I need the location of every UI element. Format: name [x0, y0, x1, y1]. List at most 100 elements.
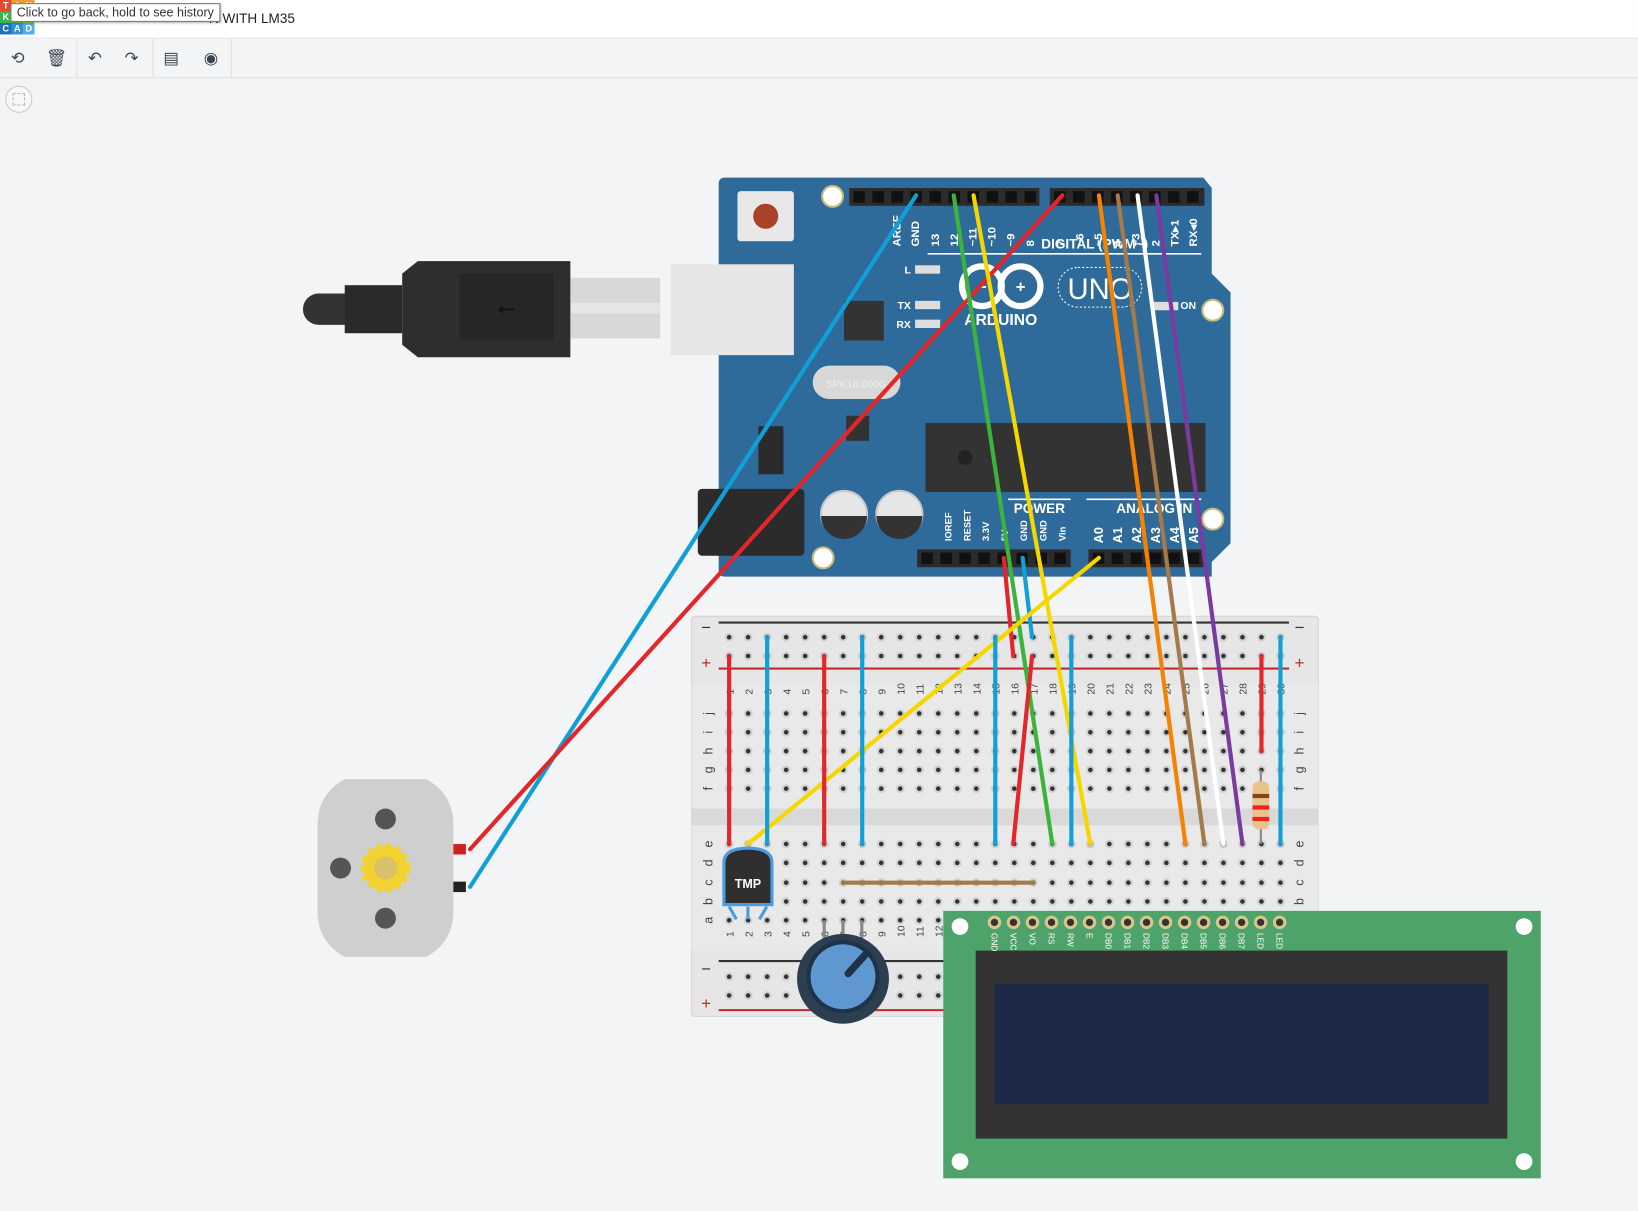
breadboard-hole[interactable]: [1200, 632, 1209, 642]
breadboard-hole[interactable]: [1028, 746, 1038, 756]
breadboard-hole[interactable]: [933, 991, 943, 1000]
breadboard-hole[interactable]: [971, 632, 981, 642]
breadboard-hole[interactable]: [800, 897, 810, 906]
lcd-pin[interactable]: [1253, 915, 1268, 930]
breadboard-hole[interactable]: [1085, 632, 1095, 642]
tmp-sensor[interactable]: TMP: [722, 846, 774, 921]
breadboard-hole[interactable]: [1066, 858, 1076, 868]
breadboard-hole[interactable]: [895, 991, 905, 1000]
breadboard-hole[interactable]: [1009, 709, 1019, 718]
breadboard-hole[interactable]: [838, 897, 848, 906]
breadboard-hole[interactable]: [781, 784, 791, 794]
breadboard-hole[interactable]: [1085, 858, 1095, 868]
breadboard-hole[interactable]: [1009, 897, 1019, 906]
breadboard-hole[interactable]: [895, 746, 905, 756]
breadboard-hole[interactable]: [952, 839, 962, 849]
breadboard-hole[interactable]: [971, 765, 981, 775]
header-pin[interactable]: [1149, 552, 1162, 565]
breadboard-hole[interactable]: [914, 897, 924, 906]
header-pin[interactable]: [1130, 552, 1143, 565]
breadboard-hole[interactable]: [1219, 746, 1228, 756]
lcd-pin[interactable]: [1215, 915, 1230, 930]
breadboard-hole[interactable]: [876, 651, 886, 661]
breadboard-hole[interactable]: [876, 858, 886, 868]
breadboard-hole[interactable]: [762, 972, 772, 982]
breadboard-hole[interactable]: [971, 839, 981, 849]
breadboard-hole[interactable]: [952, 727, 962, 737]
breadboard-hole[interactable]: [1162, 839, 1171, 849]
breadboard-hole[interactable]: [952, 784, 962, 794]
breadboard-hole[interactable]: [838, 784, 848, 794]
header-pin[interactable]: [1187, 191, 1199, 203]
breadboard-hole[interactable]: [914, 746, 924, 756]
breadboard-hole[interactable]: [1085, 878, 1095, 888]
breadboard-hole[interactable]: [743, 746, 753, 756]
lcd-pin[interactable]: [1006, 915, 1021, 930]
breadboard-hole[interactable]: [1009, 858, 1019, 868]
breadboard-hole[interactable]: [1143, 878, 1152, 888]
breadboard-hole[interactable]: [743, 991, 753, 1000]
breadboard-hole[interactable]: [1162, 897, 1171, 906]
breadboard-hole[interactable]: [1123, 897, 1133, 906]
breadboard-hole[interactable]: [1047, 709, 1057, 718]
breadboard-hole[interactable]: [933, 727, 943, 737]
breadboard-hole[interactable]: [838, 839, 848, 849]
breadboard-hole[interactable]: [1238, 746, 1247, 756]
breadboard-hole[interactable]: [952, 746, 962, 756]
arduino-uno[interactable]: SPK16.000G AREF GND 13 12 ~11 ~10 ~9 8 7 ~6 ~5 4 ~3 2…: [670, 177, 1231, 577]
breadboard-hole[interactable]: [743, 727, 753, 737]
breadboard-hole[interactable]: [1028, 897, 1038, 906]
breadboard-hole[interactable]: [971, 727, 981, 737]
breadboard-hole[interactable]: [1276, 897, 1285, 906]
breadboard-hole[interactable]: [914, 632, 924, 642]
breadboard-hole[interactable]: [895, 915, 905, 925]
breadboard-hole[interactable]: [876, 897, 886, 906]
breadboard-hole[interactable]: [1200, 878, 1209, 888]
breadboard-hole[interactable]: [952, 632, 962, 642]
breadboard-hole[interactable]: [1104, 709, 1114, 718]
breadboard-hole[interactable]: [914, 991, 924, 1000]
breadboard-hole[interactable]: [819, 632, 829, 642]
breadboard-hole[interactable]: [1162, 858, 1171, 868]
breadboard-hole[interactable]: [895, 632, 905, 642]
lcd-pin[interactable]: [1063, 915, 1078, 930]
breadboard-hole[interactable]: [990, 858, 1000, 868]
lcd-pin[interactable]: [1177, 915, 1192, 930]
header-pin[interactable]: [1054, 552, 1066, 565]
breadboard-hole[interactable]: [800, 784, 810, 794]
breadboard-hole[interactable]: [1181, 878, 1190, 888]
header-pin[interactable]: [1073, 191, 1085, 203]
breadboard-hole[interactable]: [933, 651, 943, 661]
breadboard-hole[interactable]: [1028, 784, 1038, 794]
breadboard-hole[interactable]: [724, 972, 734, 982]
breadboard-hole[interactable]: [933, 897, 943, 906]
breadboard-hole[interactable]: [1143, 632, 1152, 642]
breadboard-hole[interactable]: [1238, 858, 1247, 868]
header-pin[interactable]: [1168, 552, 1181, 565]
breadboard-hole[interactable]: [895, 651, 905, 661]
breadboard-hole[interactable]: [1162, 878, 1171, 888]
breadboard-hole[interactable]: [1200, 746, 1209, 756]
breadboard-hole[interactable]: [743, 632, 753, 642]
header-pin[interactable]: [1168, 191, 1180, 203]
lcd-pin[interactable]: [1120, 915, 1135, 930]
breadboard-hole[interactable]: [743, 784, 753, 794]
breadboard-hole[interactable]: [1085, 709, 1095, 718]
breadboard-hole[interactable]: [876, 839, 886, 849]
breadboard-hole[interactable]: [1085, 765, 1095, 775]
breadboard-hole[interactable]: [952, 765, 962, 775]
breadboard-hole[interactable]: [1123, 746, 1133, 756]
breadboard-hole[interactable]: [762, 915, 772, 925]
breadboard-hole[interactable]: [1162, 784, 1171, 794]
breadboard-hole[interactable]: [933, 709, 943, 718]
breadboard-hole[interactable]: [819, 897, 829, 906]
breadboard-hole[interactable]: [1200, 765, 1209, 775]
breadboard-hole[interactable]: [1200, 651, 1209, 661]
breadboard-hole[interactable]: [1181, 765, 1190, 775]
lcd-pin[interactable]: [1139, 915, 1154, 930]
breadboard-hole[interactable]: [1181, 651, 1190, 661]
breadboard-hole[interactable]: [1143, 651, 1152, 661]
breadboard-hole[interactable]: [971, 858, 981, 868]
breadboard-hole[interactable]: [781, 632, 791, 642]
breadboard-hole[interactable]: [1104, 746, 1114, 756]
